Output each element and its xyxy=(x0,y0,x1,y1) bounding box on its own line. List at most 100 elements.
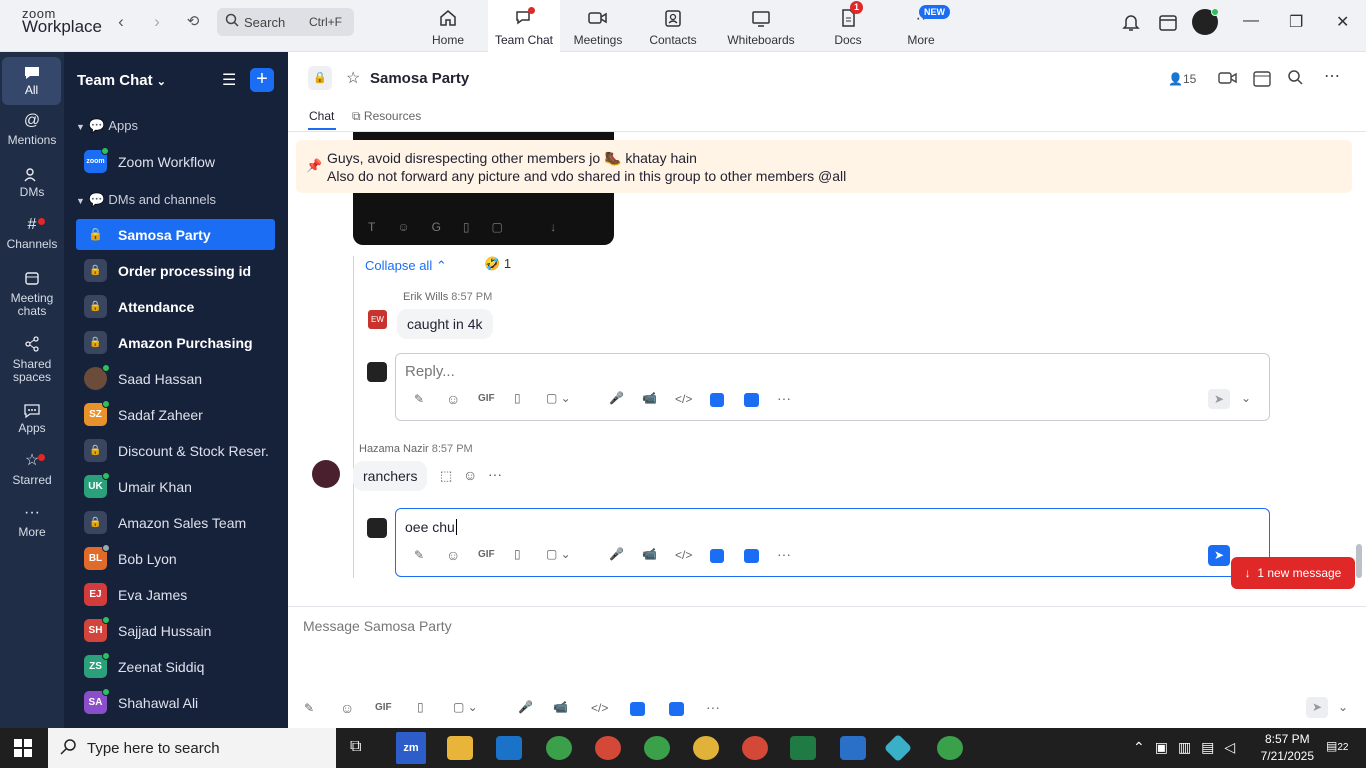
reply-message[interactable]: caught in 4k xyxy=(397,309,493,339)
code-icon[interactable]: </> xyxy=(675,548,692,562)
app-icon[interactable] xyxy=(630,702,645,716)
more-actions-icon[interactable]: ··· xyxy=(488,466,502,482)
app-icon[interactable] xyxy=(744,393,759,407)
app-icon[interactable] xyxy=(669,702,684,716)
dm-section[interactable]: ▼ 💬 DMs and channels xyxy=(76,192,216,208)
excel-icon[interactable] xyxy=(790,736,816,760)
chrome-icon[interactable] xyxy=(742,736,768,760)
format-icon[interactable]: ✎ xyxy=(414,548,424,562)
sidebar-item[interactable]: UK Umair Khan xyxy=(76,471,275,502)
more-options-icon[interactable]: ⋯ xyxy=(1324,66,1340,86)
sidebar-item[interactable]: BL Bob Lyon xyxy=(76,543,275,574)
mic-icon[interactable]: 🎤 xyxy=(609,391,624,405)
rail-channels[interactable]: # Channels xyxy=(0,217,64,251)
task-view-icon[interactable]: ⧉ xyxy=(350,738,361,756)
sidebar-item[interactable]: EJ Eva James xyxy=(76,579,275,610)
tab-docs[interactable]: 1 Docs xyxy=(812,0,884,52)
screenshot-icon[interactable]: ▢ ⌄ xyxy=(453,700,478,714)
add-button[interactable]: + xyxy=(250,68,274,92)
sidebar-item[interactable]: SH Sajjad Hussain xyxy=(76,615,275,646)
file-explorer-icon[interactable] xyxy=(447,736,473,760)
sidebar-item[interactable]: 🔒 Attendance xyxy=(76,291,275,322)
channel-title[interactable]: Samosa Party xyxy=(370,70,469,87)
message-input[interactable]: Message Samosa Party xyxy=(303,618,452,634)
screenshot-icon[interactable]: ▢ ⌄ xyxy=(546,391,571,405)
file-icon[interactable]: ▯ xyxy=(514,547,521,561)
calculator-icon[interactable] xyxy=(840,736,866,760)
rail-shared-spaces[interactable]: Shared spaces xyxy=(0,336,64,384)
send-icon[interactable]: ➤ xyxy=(1208,545,1230,566)
gif-icon[interactable]: GIF xyxy=(375,702,392,713)
minimize-icon[interactable]: — xyxy=(1243,12,1259,30)
emoji-icon[interactable]: ☺ xyxy=(340,700,354,716)
rail-apps[interactable]: Apps xyxy=(0,402,64,435)
code-icon[interactable]: </> xyxy=(675,392,692,406)
format-icon[interactable]: ✎ xyxy=(414,392,424,406)
add-reaction-icon[interactable]: ☺ xyxy=(463,467,477,483)
bell-icon[interactable] xyxy=(1122,12,1140,37)
apps-section[interactable]: ▼ 💬 Apps xyxy=(76,118,138,134)
file-icon[interactable]: ▯ xyxy=(417,700,424,714)
star-icon[interactable]: ☆ xyxy=(346,68,360,88)
maximize-icon[interactable]: ❐ xyxy=(1289,12,1303,32)
rail-starred[interactable]: ☆ Starred xyxy=(0,453,64,487)
sidebar-item-zoom-workflow[interactable]: zoom Zoom Workflow xyxy=(76,146,275,177)
filter-icon[interactable]: ☰ xyxy=(222,70,236,90)
sidebar-item[interactable]: 🔒 Amazon Purchasing xyxy=(76,327,275,358)
tab-resources[interactable]: ⧉ Resources xyxy=(352,109,421,124)
video-message-icon[interactable]: 📹 xyxy=(642,547,657,561)
rail-meeting-chats[interactable]: Meeting chats xyxy=(0,270,64,318)
windows-start-icon[interactable] xyxy=(14,739,32,762)
app-icon[interactable] xyxy=(710,393,724,407)
sidebar-item[interactable]: Saad Hassan xyxy=(76,363,275,394)
sidebar-item[interactable]: SZ Sadaf Zaheer xyxy=(76,399,275,430)
mic-icon[interactable]: 🎤 xyxy=(609,547,624,561)
sidebar-title[interactable]: Team Chat ⌄ xyxy=(77,72,166,89)
sidebar-item[interactable]: 🔒 Samosa Party xyxy=(76,219,275,250)
rail-mentions[interactable]: @ Mentions xyxy=(0,113,64,147)
reply-box[interactable]: Reply... ✎ ☺ GIF ▯ ▢ ⌄ 🎤 📹 </> ··· ➤ ⌄ xyxy=(395,353,1270,421)
tab-home[interactable]: Home xyxy=(412,0,484,52)
chrome-icon[interactable] xyxy=(937,736,963,760)
history-icon[interactable]: ⟲ xyxy=(183,12,203,32)
tab-team-chat[interactable]: Team Chat xyxy=(488,0,560,52)
tab-whiteboards[interactable]: Whiteboards xyxy=(718,0,804,52)
sidebar-item[interactable]: 🔒 Discount & Stock Reser... xyxy=(76,435,275,466)
send-icon[interactable]: ➤ xyxy=(1208,389,1230,409)
forward-icon[interactable]: › xyxy=(147,12,167,32)
chevron-down-icon[interactable]: ⌄ xyxy=(1338,700,1348,714)
tab-meetings[interactable]: Meetings xyxy=(562,0,634,52)
more-icon[interactable]: ··· xyxy=(777,546,791,562)
user-avatar[interactable] xyxy=(1192,8,1219,35)
new-message-button[interactable]: ↓ 1 new message xyxy=(1231,557,1355,589)
video-message-icon[interactable]: 📹 xyxy=(553,700,568,714)
sidebar-item[interactable]: ZS Zeenat Siddiq xyxy=(76,651,275,682)
search-box[interactable]: Search Ctrl+F xyxy=(217,8,354,36)
member-count[interactable]: 👤15 xyxy=(1168,72,1196,86)
schedule-icon[interactable] xyxy=(1253,69,1271,92)
sidebar-item[interactable]: 🔒 Amazon Sales Team xyxy=(76,507,275,538)
chrome-icon[interactable] xyxy=(693,736,719,760)
file-icon[interactable]: ▯ xyxy=(514,391,521,405)
chrome-icon[interactable] xyxy=(546,736,572,760)
system-tray[interactable]: ⌃▣▥▤◁ xyxy=(1133,739,1245,756)
tab-chat[interactable]: Chat xyxy=(309,109,334,123)
avatar[interactable] xyxy=(312,460,340,488)
rail-dms[interactable]: DMs xyxy=(0,166,64,199)
pinned-message[interactable]: 📌 Guys, avoid disrespecting other member… xyxy=(296,140,1352,193)
app-icon[interactable] xyxy=(883,733,913,763)
reply-input[interactable]: oee chu xyxy=(405,519,457,535)
scrollbar[interactable] xyxy=(1356,544,1362,578)
rail-more[interactable]: ··· More xyxy=(0,505,64,539)
reply-icon[interactable]: ⬚ xyxy=(440,468,452,484)
search-icon[interactable] xyxy=(1287,69,1303,90)
avatar[interactable]: EW xyxy=(368,310,387,329)
chrome-icon[interactable] xyxy=(595,736,621,760)
close-icon[interactable]: ✕ xyxy=(1336,12,1349,32)
screenshot-icon[interactable]: ▢ ⌄ xyxy=(546,547,571,561)
send-icon[interactable]: ➤ xyxy=(1306,697,1328,718)
back-icon[interactable]: ‹ xyxy=(111,12,131,32)
gif-icon[interactable]: GIF xyxy=(478,549,495,560)
app-icon[interactable] xyxy=(710,549,724,563)
tab-contacts[interactable]: Contacts xyxy=(637,0,709,52)
